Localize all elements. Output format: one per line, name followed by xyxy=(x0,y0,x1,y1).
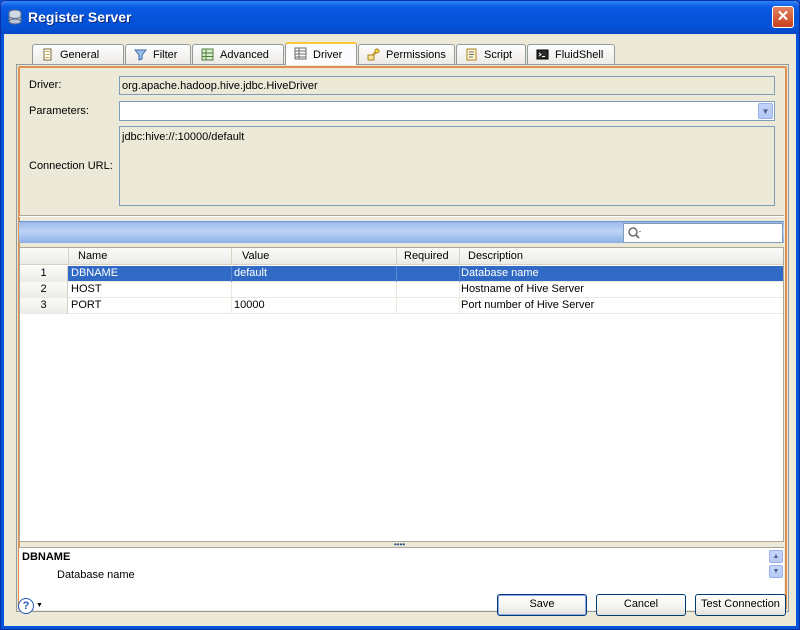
driver-value: org.apache.hadoop.hive.jdbc.HiveDriver xyxy=(122,80,318,92)
search-input[interactable] xyxy=(623,223,783,243)
detail-body: Database name xyxy=(57,569,135,581)
tab-advanced[interactable]: Advanced xyxy=(192,44,284,64)
table-header: Name Value Required Description xyxy=(20,248,783,265)
cell-divider xyxy=(459,266,460,282)
server-icon xyxy=(8,9,22,25)
dropdown-arrow-icon: ▼ xyxy=(36,602,43,609)
search-icon xyxy=(628,227,641,239)
help-icon: ? xyxy=(18,598,34,614)
cell-divider xyxy=(396,298,397,314)
permissions-icon xyxy=(367,48,380,61)
parameters-label: Parameters: xyxy=(29,105,89,117)
title-bar[interactable]: Register Server ✕ xyxy=(1,1,799,34)
window-title: Register Server xyxy=(28,9,132,25)
table-row[interactable]: 3 PORT 10000 Port number of Hive Server xyxy=(20,298,783,314)
chevron-down-icon[interactable]: ▼ xyxy=(758,103,773,119)
driver-tab-panel: Driver: org.apache.hadoop.hive.jdbc.Hive… xyxy=(16,64,789,612)
cell-description[interactable]: Port number of Hive Server xyxy=(461,299,594,311)
scroll-down-icon[interactable]: ▼ xyxy=(769,565,783,578)
cancel-button[interactable]: Cancel xyxy=(596,594,686,616)
tab-permissions[interactable]: Permissions xyxy=(358,44,455,64)
column-divider xyxy=(231,248,232,265)
tab-filter[interactable]: Filter xyxy=(125,44,191,64)
driver-icon xyxy=(294,47,307,60)
tab-general[interactable]: General xyxy=(32,44,124,64)
cell-divider xyxy=(231,282,232,298)
cell-divider xyxy=(459,282,460,298)
script-icon xyxy=(466,48,477,61)
column-divider xyxy=(459,248,460,265)
cell-divider xyxy=(231,298,232,314)
driver-field: org.apache.hadoop.hive.jdbc.HiveDriver xyxy=(119,76,775,95)
column-header-description[interactable]: Description xyxy=(468,250,523,262)
filter-icon xyxy=(134,49,147,61)
close-icon: ✕ xyxy=(776,8,790,25)
cell-name[interactable]: PORT xyxy=(71,299,101,311)
column-header-required[interactable]: Required xyxy=(404,250,449,262)
scroll-up-icon[interactable]: ▲ xyxy=(769,550,783,563)
cell-description[interactable]: Database name xyxy=(461,267,539,279)
column-divider xyxy=(396,248,397,265)
row-number: 2 xyxy=(20,282,68,298)
parameters-table: Name Value Required Description 1 DBNAME… xyxy=(19,247,784,542)
cell-value[interactable]: default xyxy=(234,267,267,279)
tab-filter-label: Filter xyxy=(153,49,178,61)
tab-script[interactable]: Script xyxy=(456,44,526,64)
close-button[interactable]: ✕ xyxy=(772,6,794,28)
separator xyxy=(19,215,784,217)
cell-divider xyxy=(459,298,460,314)
general-icon xyxy=(43,48,52,61)
fluidshell-icon xyxy=(536,49,549,60)
cell-divider xyxy=(231,266,232,282)
cell-name[interactable]: HOST xyxy=(71,283,102,295)
tab-fluidshell-label: FluidShell xyxy=(555,49,604,61)
cell-divider xyxy=(396,266,397,282)
connection-url-field[interactable]: jdbc:hive://:10000/default xyxy=(119,126,775,206)
dialog-body: General Filter Advanced Driver Permissio… xyxy=(1,34,799,629)
table-row[interactable]: 1 DBNAME default Database name xyxy=(20,266,783,282)
register-server-window: Register Server ✕ General Filter Advance… xyxy=(0,0,800,630)
column-header-name[interactable]: Name xyxy=(78,250,107,262)
column-header-value[interactable]: Value xyxy=(242,250,269,262)
row-number: 3 xyxy=(20,298,68,314)
detail-title: DBNAME xyxy=(22,551,71,563)
column-divider xyxy=(68,248,69,265)
table-row[interactable]: 2 HOST Hostname of Hive Server xyxy=(20,282,783,298)
tab-driver[interactable]: Driver xyxy=(285,42,357,65)
driver-label: Driver: xyxy=(29,79,62,91)
connection-url-value: jdbc:hive://:10000/default xyxy=(122,131,245,143)
tab-driver-label: Driver xyxy=(313,49,343,61)
help-button[interactable]: ? ▼ xyxy=(18,597,46,615)
tab-fluidshell[interactable]: FluidShell xyxy=(527,44,615,64)
grip-icon: •••• xyxy=(394,540,406,549)
cell-divider xyxy=(396,282,397,298)
table-toolbar xyxy=(19,221,784,243)
cell-description[interactable]: Hostname of Hive Server xyxy=(461,283,584,295)
save-button[interactable]: Save xyxy=(497,594,587,616)
tab-permissions-label: Permissions xyxy=(386,49,446,61)
cell-name[interactable]: DBNAME xyxy=(71,267,118,279)
connection-url-label: Connection URL: xyxy=(29,160,113,172)
tab-general-label: General xyxy=(60,49,100,61)
tab-advanced-label: Advanced xyxy=(220,49,269,61)
advanced-icon xyxy=(201,48,214,61)
tab-script-label: Script xyxy=(484,49,513,61)
row-number: 1 xyxy=(20,266,68,282)
cell-value[interactable]: 10000 xyxy=(234,299,265,311)
test-connection-button[interactable]: Test Connection xyxy=(695,594,786,616)
parameters-combo[interactable]: ▼ xyxy=(119,101,775,121)
